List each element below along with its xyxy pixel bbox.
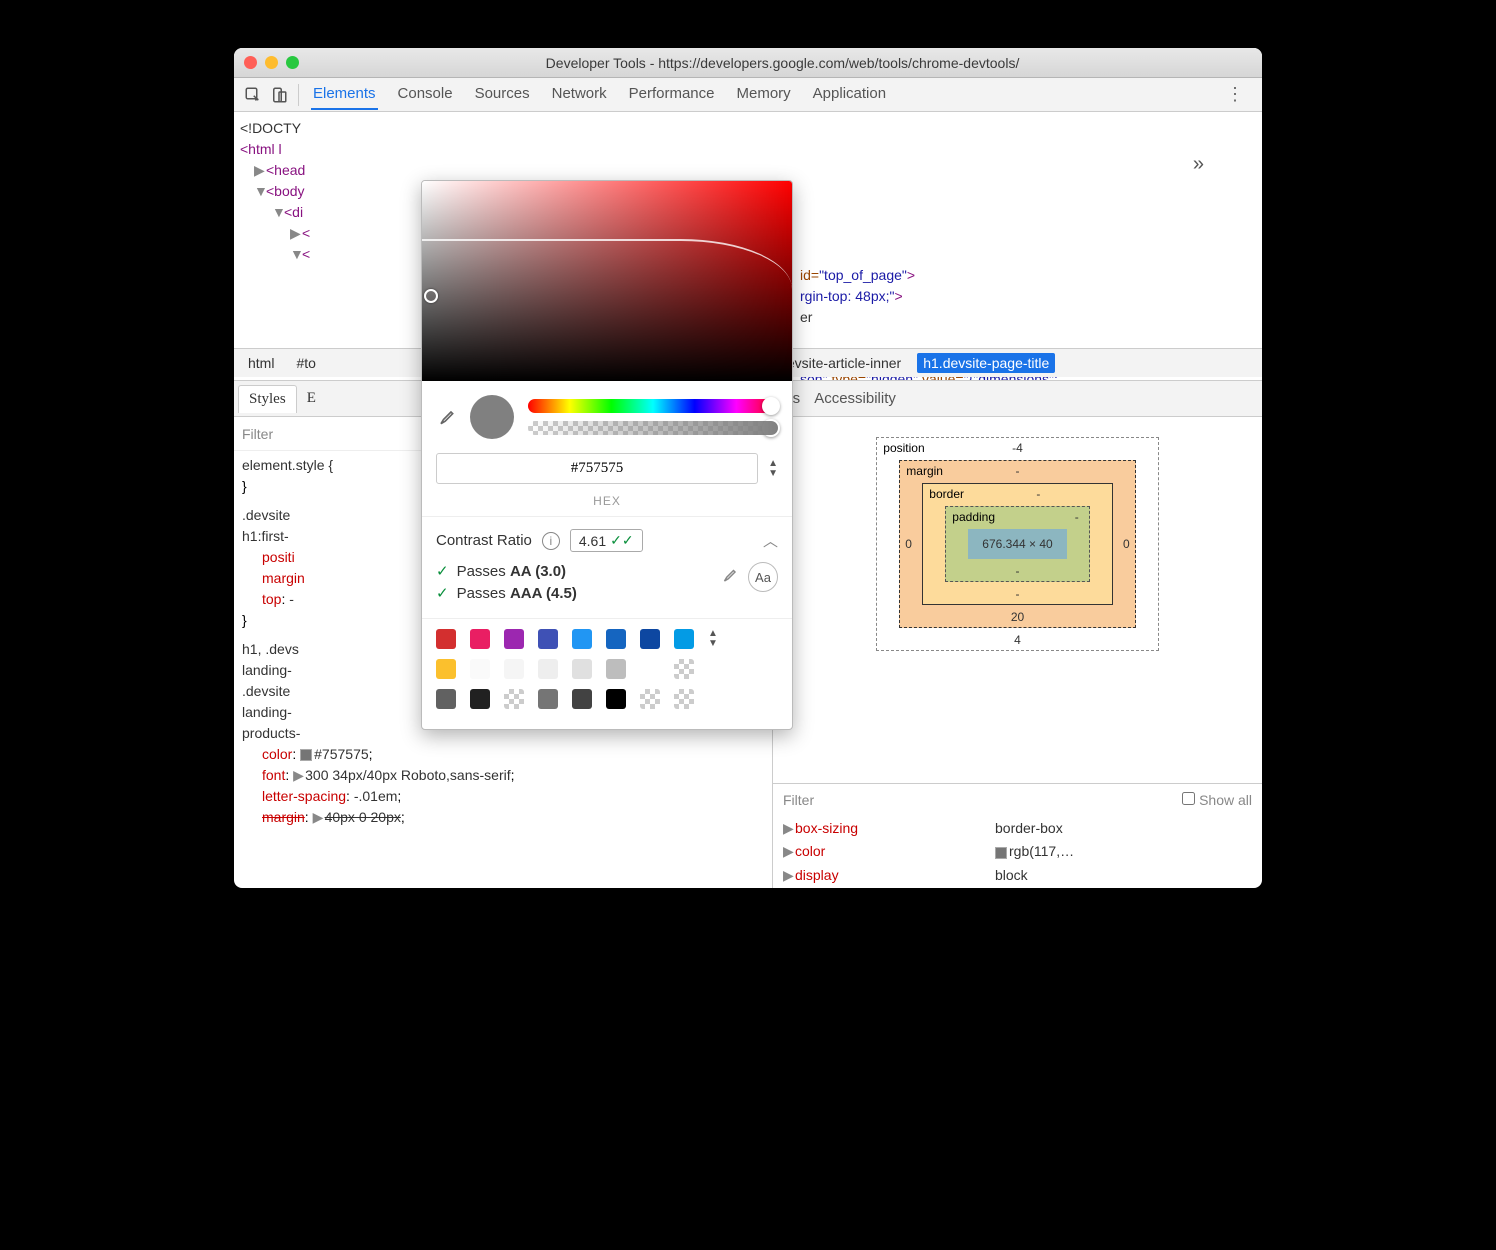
text-sample-icon[interactable]: Aa bbox=[748, 562, 778, 592]
breadcrumb-item[interactable]: #to bbox=[290, 353, 321, 373]
device-toggle-icon[interactable] bbox=[266, 82, 292, 108]
contrast-ratio-label: Contrast Ratio bbox=[436, 532, 532, 549]
palette-swatch[interactable] bbox=[436, 629, 456, 649]
info-icon[interactable]: i bbox=[542, 532, 560, 550]
format-stepper[interactable]: ▲▼ bbox=[768, 459, 778, 479]
palette-swatch[interactable] bbox=[640, 659, 660, 679]
palette-swatches: ▲▼ bbox=[422, 618, 792, 729]
computed-tabs: ies Accessibility bbox=[773, 381, 1262, 417]
zoom-window-icon[interactable] bbox=[286, 56, 299, 69]
palette-swatch[interactable] bbox=[504, 659, 524, 679]
pick-bg-eyedropper-icon[interactable] bbox=[720, 566, 738, 588]
hue-slider[interactable] bbox=[528, 399, 778, 413]
collapse-contrast-icon[interactable]: ︿ bbox=[763, 530, 778, 551]
minimize-window-icon[interactable] bbox=[265, 56, 278, 69]
html-node[interactable]: <html l bbox=[240, 141, 282, 157]
head-node[interactable]: <head bbox=[266, 162, 305, 178]
breadcrumb-item-selected[interactable]: h1.devsite-page-title bbox=[917, 353, 1055, 373]
alpha-slider[interactable] bbox=[528, 421, 778, 435]
palette-swatch[interactable] bbox=[606, 659, 626, 679]
tab-performance[interactable]: Performance bbox=[627, 79, 717, 110]
tab-sources[interactable]: Sources bbox=[473, 79, 532, 110]
palette-swatch[interactable] bbox=[436, 659, 456, 679]
palette-swatch[interactable] bbox=[470, 659, 490, 679]
palette-swatch[interactable] bbox=[674, 659, 694, 679]
box-model-diagram: position -4 margin - 0 0 border - paddin… bbox=[773, 417, 1262, 783]
computed-properties-list: ▶box-sizingborder-box ▶colorrgb(117,… ▶d… bbox=[773, 817, 1262, 888]
palette-swatch[interactable] bbox=[538, 629, 558, 649]
box-model-content: 676.344 × 40 bbox=[968, 529, 1066, 559]
sidebar-tab-styles[interactable]: Styles bbox=[238, 385, 297, 413]
close-window-icon[interactable] bbox=[244, 56, 257, 69]
palette-swatch[interactable] bbox=[572, 629, 592, 649]
palette-swatch[interactable] bbox=[674, 689, 694, 709]
hex-label: HEX bbox=[422, 494, 792, 508]
devtools-toolbar: Elements Console Sources Network Perform… bbox=[234, 78, 1262, 112]
styles-filter-input[interactable]: Filter bbox=[242, 426, 273, 442]
palette-swatch[interactable] bbox=[504, 629, 524, 649]
hex-input[interactable] bbox=[436, 453, 758, 484]
sidebar-tab-event[interactable]: E bbox=[297, 385, 326, 412]
palette-swatch[interactable] bbox=[640, 629, 660, 649]
inspect-element-icon[interactable] bbox=[240, 82, 266, 108]
tab-memory[interactable]: Memory bbox=[735, 79, 793, 110]
eyedropper-icon[interactable] bbox=[436, 407, 456, 427]
color-picker-popover: ▲▼ HEX Contrast Ratio i 4.61 ✓✓ ︿ Aa ✓Pa… bbox=[421, 180, 793, 730]
check-icon: ✓ bbox=[436, 562, 449, 580]
doctype-node: <!DOCTY bbox=[240, 120, 301, 136]
palette-swatch[interactable] bbox=[572, 659, 592, 679]
saturation-cursor[interactable] bbox=[424, 289, 438, 303]
color-swatch-icon[interactable] bbox=[300, 749, 312, 761]
palette-swatch[interactable] bbox=[606, 629, 626, 649]
tab-network[interactable]: Network bbox=[550, 79, 609, 110]
show-all-checkbox[interactable] bbox=[1182, 792, 1195, 805]
check-icon: ✓ bbox=[436, 584, 449, 602]
tab-accessibility[interactable]: Accessibility bbox=[814, 390, 896, 407]
palette-stepper[interactable]: ▲▼ bbox=[708, 629, 718, 649]
computed-row[interactable]: box-sizing bbox=[795, 817, 995, 841]
computed-row[interactable]: color bbox=[795, 840, 995, 864]
contrast-ratio-value: 4.61 ✓✓ bbox=[570, 529, 643, 552]
computed-filter-input[interactable]: Filter bbox=[783, 792, 814, 808]
tab-application[interactable]: Application bbox=[811, 79, 888, 110]
saturation-field[interactable] bbox=[422, 181, 792, 381]
palette-swatch[interactable] bbox=[572, 689, 592, 709]
tab-console[interactable]: Console bbox=[396, 79, 455, 110]
body-node[interactable]: <body bbox=[266, 183, 305, 199]
palette-swatch[interactable] bbox=[470, 689, 490, 709]
palette-swatch[interactable] bbox=[504, 689, 524, 709]
palette-swatch[interactable] bbox=[436, 689, 456, 709]
titlebar: Developer Tools - https://developers.goo… bbox=[234, 48, 1262, 78]
palette-swatch[interactable] bbox=[674, 629, 694, 649]
breadcrumb-item[interactable]: html bbox=[242, 353, 280, 373]
tab-elements[interactable]: Elements bbox=[311, 79, 378, 110]
palette-swatch[interactable] bbox=[606, 689, 626, 709]
palette-swatch[interactable] bbox=[538, 659, 558, 679]
palette-swatch[interactable] bbox=[640, 689, 660, 709]
current-color-swatch bbox=[470, 395, 514, 439]
kebab-menu-icon[interactable]: ⋮ bbox=[1214, 84, 1256, 105]
computed-row[interactable]: display bbox=[795, 864, 995, 888]
window-title: Developer Tools - https://developers.goo… bbox=[313, 55, 1252, 71]
palette-swatch[interactable] bbox=[538, 689, 558, 709]
div-node[interactable]: <di bbox=[284, 204, 303, 220]
palette-swatch[interactable] bbox=[470, 629, 490, 649]
